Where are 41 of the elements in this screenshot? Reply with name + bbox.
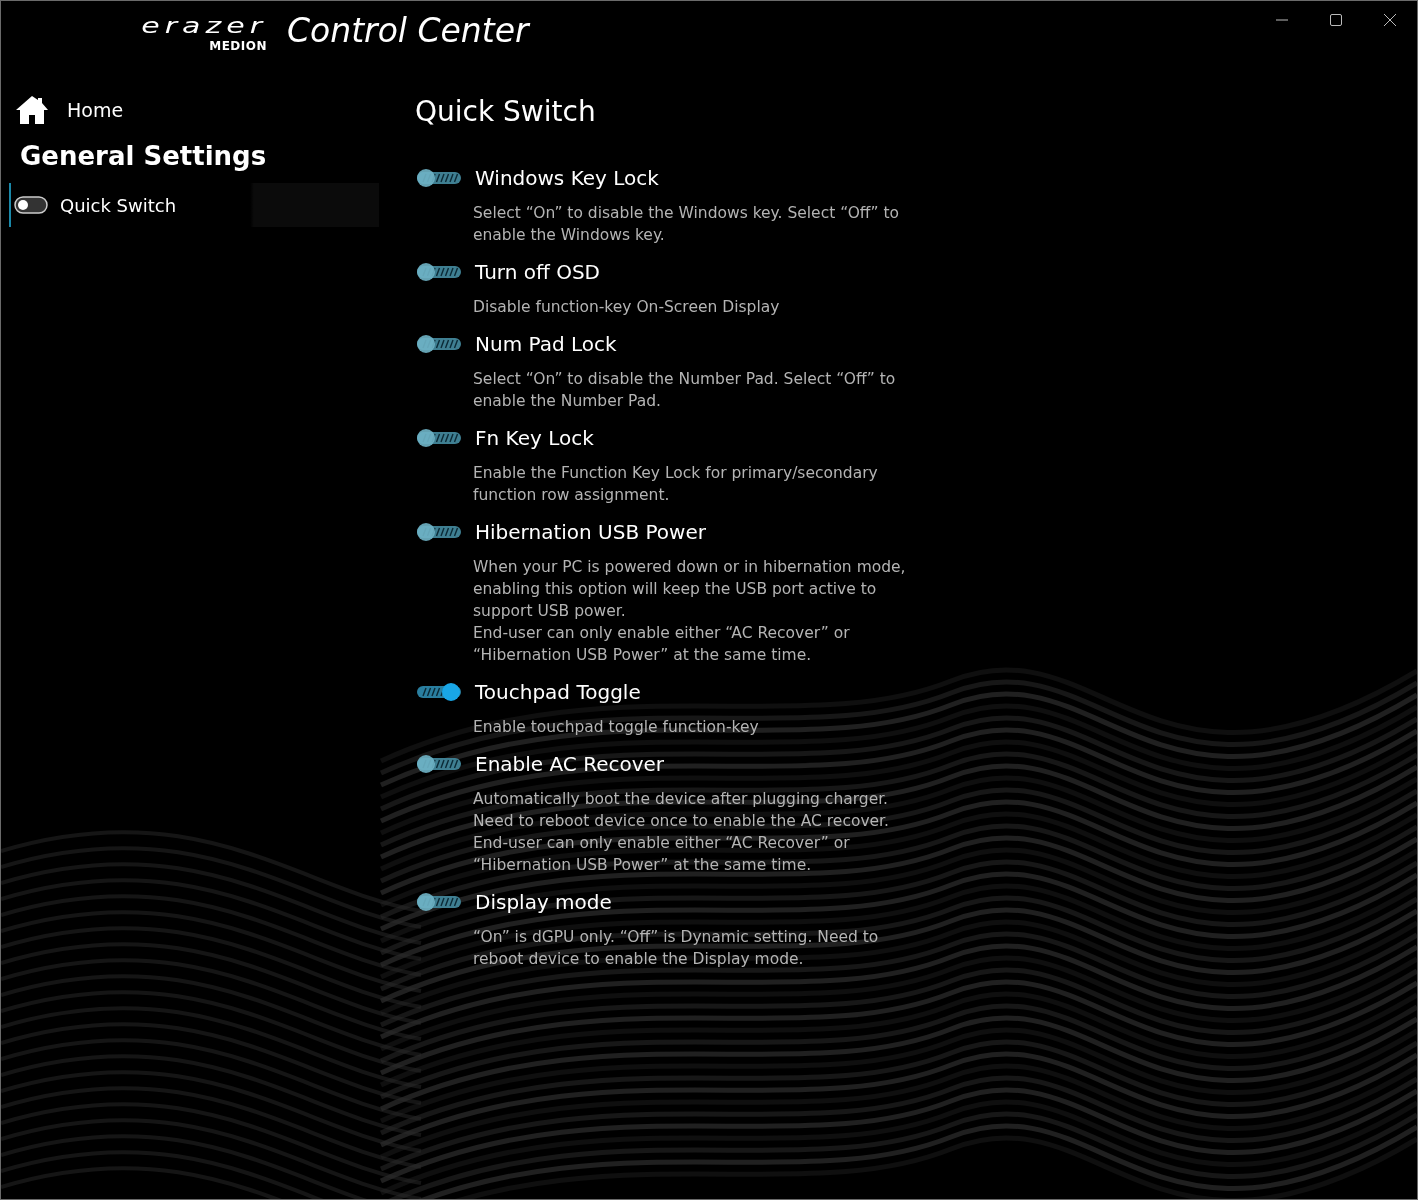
switch-description: “On” is dGPU only. “Off” is Dynamic setting. Need to reboot device to enable the Display mode. (473, 927, 880, 970)
switch-label: Hibernation USB Power (475, 520, 706, 544)
page-title: Quick Switch (415, 95, 597, 128)
toggle-switch[interactable] (415, 427, 463, 449)
switch-label: Touchpad Toggle (475, 680, 641, 704)
toggle-switch[interactable] (415, 753, 463, 775)
sidebar-item[interactable]: Quick Switch (9, 183, 379, 227)
toggle-switch[interactable] (415, 891, 463, 913)
section-heading: General Settings (20, 141, 268, 171)
sidebar-item-label: Quick Switch (60, 194, 177, 216)
home-label: Home (67, 99, 124, 121)
switch-label: Turn off OSD (475, 260, 600, 284)
switch-description: Enable touchpad toggle function-key (473, 717, 760, 738)
switch-label: Fn Key Lock (475, 426, 594, 450)
minimize-icon (1276, 19, 1288, 21)
maximize-icon (1330, 14, 1342, 26)
switch-description: Automatically boot the device after plugging charger. (473, 789, 890, 810)
toggle-switch[interactable] (415, 521, 463, 543)
switch-description: Need to reboot device once to enable the AC recover. (473, 811, 890, 832)
logo-wordmark: erazer (141, 16, 267, 36)
window-title: Control Center (287, 11, 529, 50)
switch-label: Display mode (475, 890, 612, 914)
close-icon (1384, 14, 1396, 26)
switch-description: When your PC is powered down or in hibernation mode, enabling this option will keep the USB port active to support USB power. (473, 557, 907, 622)
home-link[interactable]: Home (15, 93, 381, 127)
toggle-icon (14, 196, 48, 214)
switch-description: Select “On” to disable the Windows key. Select “Off” to enable the Windows key. (473, 203, 901, 246)
toggle-switch[interactable] (415, 681, 463, 703)
switch-description: Select “On” to disable the Number Pad. Select “Off” to enable the Number Pad. (473, 369, 897, 412)
switch-description: End-user can only enable either “AC Recover” or “Hibernation USB Power” at the same time. (473, 623, 851, 666)
toggle-switch[interactable] (415, 261, 463, 283)
switch-description: End-user can only enable either “AC Recover” or “Hibernation USB Power” at the same time. (473, 833, 851, 876)
logo-brand: MEDION (209, 39, 267, 53)
switch-label: Enable AC Recover (475, 752, 665, 776)
toggle-switch[interactable] (415, 333, 463, 355)
home-icon (15, 95, 49, 125)
toggle-switch[interactable] (415, 167, 463, 189)
switch-label: Windows Key Lock (475, 166, 659, 190)
switch-label: Num Pad Lock (475, 332, 617, 356)
switch-description: Enable the Function Key Lock for primary/secondary function row assignment. (473, 463, 879, 506)
switch-description: Disable function-key On-Screen Display (473, 297, 781, 318)
